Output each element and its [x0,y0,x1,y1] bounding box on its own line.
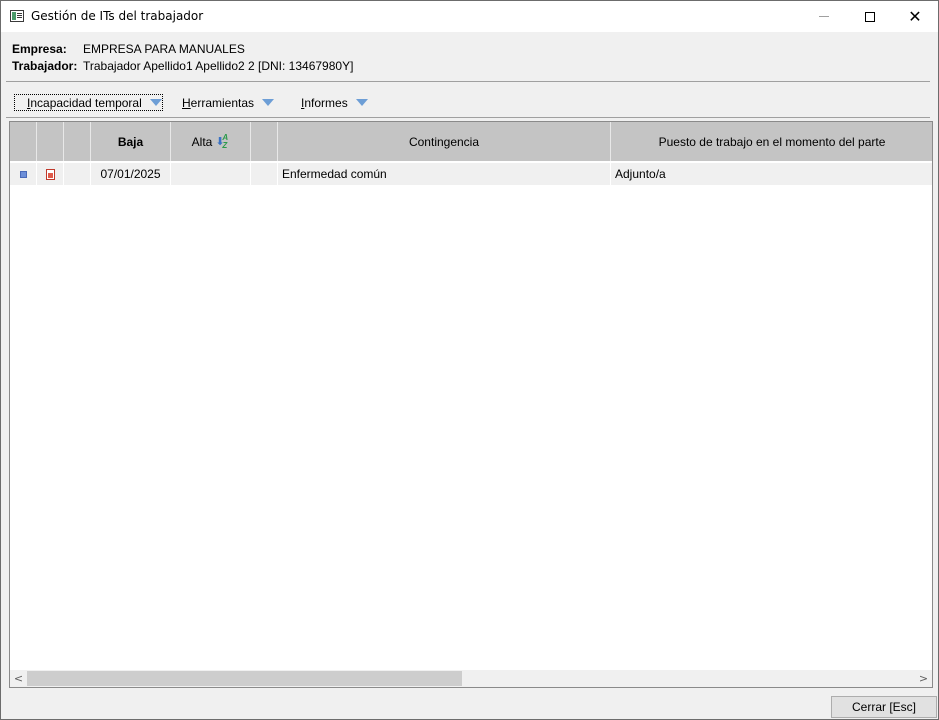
informes-label: Informes [301,95,348,110]
header-col-doc[interactable] [37,122,64,161]
header-baja-label: Baja [117,134,144,149]
minimize-button[interactable] [801,1,847,32]
trabajador-row: Trabajador: Trabajador Apellido1 Apellid… [12,59,353,73]
cerrar-button[interactable]: Cerrar [Esc] [831,696,937,718]
close-icon: ✕ [908,6,922,26]
puesto-cell: Adjunto/a [611,163,932,185]
header-col-blank[interactable] [251,122,278,161]
window-title: Gestión de ITs del trabajador [31,9,204,23]
header-baja[interactable]: Baja [91,122,171,161]
close-window-button[interactable]: ✕ [892,1,938,32]
its-grid[interactable]: Baja Alta ⬇ A Z Contingencia Puesto de t… [9,121,933,688]
horizontal-scrollbar[interactable]: < > [10,670,932,687]
trabajador-label: Trabajador: [12,59,78,73]
title-bar: Gestión de ITs del trabajador ✕ [1,1,938,32]
divider [6,117,930,118]
baja-cell: 07/01/2025 [91,163,171,185]
minimize-icon [819,16,829,17]
blank-cell [251,163,278,185]
document-cell[interactable] [37,163,64,185]
scroll-left-icon[interactable]: < [10,670,27,687]
grid-header: Baja Alta ⬇ A Z Contingencia Puesto de t… [10,122,932,161]
table-row[interactable]: 07/01/2025 Enfermedad común Adjunto/a [10,163,932,185]
header-alta[interactable]: Alta ⬇ A Z [171,122,251,161]
herramientas-menu[interactable]: Herramientas [182,94,275,111]
scroll-right-icon[interactable]: > [915,670,932,687]
incapacidad-temporal-label: Incapacidad temporal [27,95,142,110]
app-icon [10,10,24,22]
herramientas-label: Herramientas [182,95,255,110]
alta-cell [171,163,251,185]
contingencia-cell: Enfermedad común [278,163,611,185]
extra-cell [64,163,91,185]
empresa-value: EMPRESA PARA MANUALES [83,42,245,56]
sort-az-text: A Z [222,132,228,150]
header-puesto-label: Puesto de trabajo en el momento del part… [658,134,886,149]
header-col-marker[interactable] [10,122,37,161]
chevron-down-icon [355,99,368,106]
trabajador-value: Trabajador Apellido1 Apellido2 2 [DNI: 1… [83,59,354,73]
divider [6,81,930,82]
maximize-icon [865,11,875,22]
incapacidad-temporal-menu[interactable]: Incapacidad temporal [14,94,163,111]
header-contingencia[interactable]: Contingencia [278,122,611,161]
header-contingencia-label: Contingencia [408,134,480,149]
maximize-button[interactable] [847,1,893,32]
row-selector-icon [19,170,27,178]
chevron-down-icon [149,99,162,106]
sort-ascending-icon: ⬇ A Z [215,132,229,150]
main-window: Gestión de ITs del trabajador ✕ Empresa:… [0,0,939,720]
header-puesto[interactable]: Puesto de trabajo en el momento del part… [611,122,932,161]
pdf-document-icon[interactable] [45,168,55,180]
scrollbar-thumb[interactable] [27,671,462,686]
row-marker-cell [10,163,37,185]
informes-menu[interactable]: Informes [301,94,368,111]
empresa-label: Empresa: [12,42,67,56]
chevron-down-icon [262,99,275,106]
header-alta-label: Alta [191,134,213,149]
empresa-row: Empresa: EMPRESA PARA MANUALES [12,42,245,56]
header-col-extra[interactable] [64,122,91,161]
